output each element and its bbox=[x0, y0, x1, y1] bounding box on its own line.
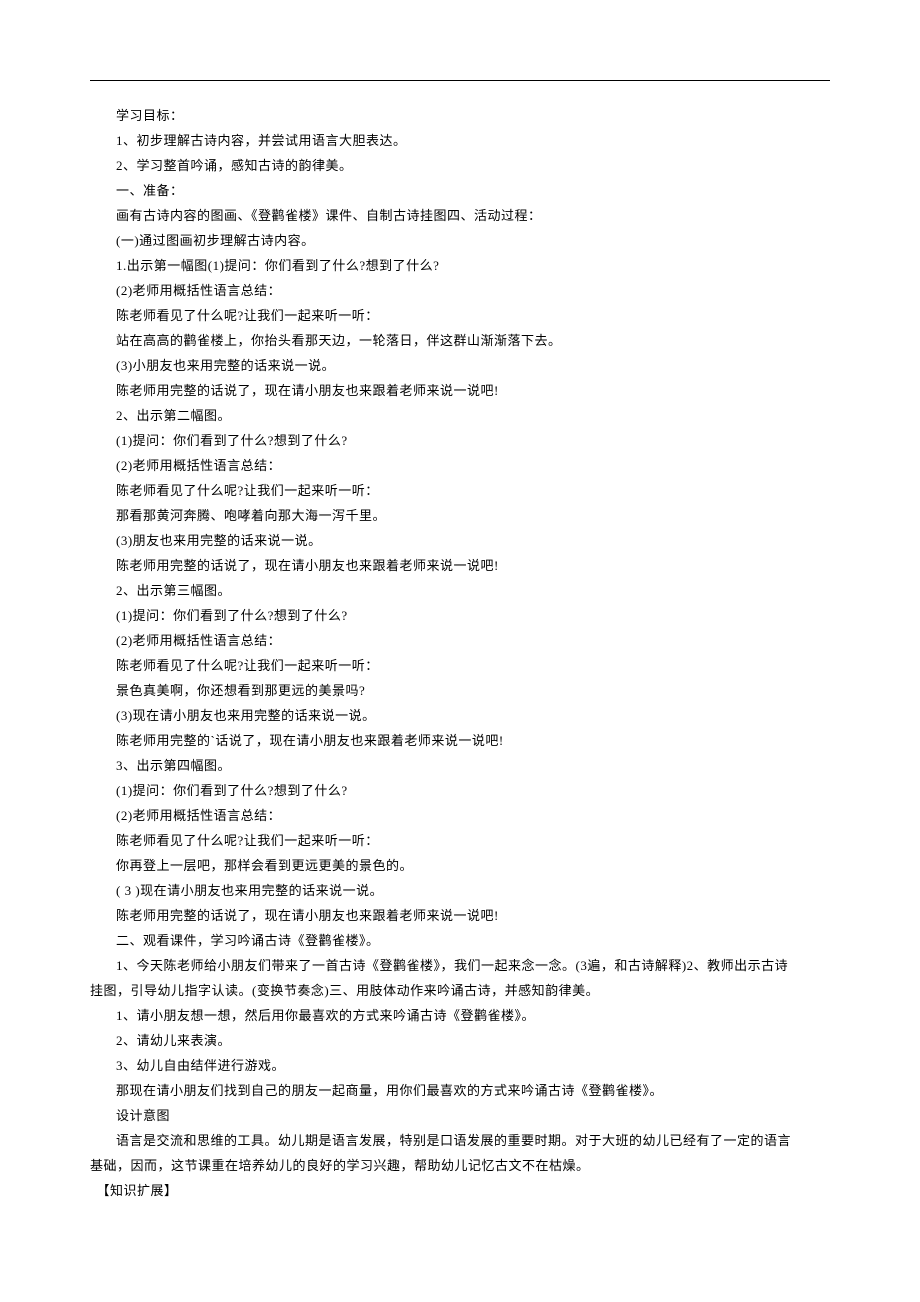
top-horizontal-rule bbox=[90, 80, 830, 81]
body-line: 陈老师看见了什么呢?让我们一起来听一听： bbox=[90, 828, 830, 853]
body-line: (2)老师用概括性语言总结： bbox=[90, 803, 830, 828]
body-line: 陈老师用完整的话说了，现在请小朋友也来跟着老师来说一说吧! bbox=[90, 553, 830, 578]
document-page: 学习目标： 1、初步理解古诗内容，并尝试用语言大胆表达。 2、学习整首吟诵，感知… bbox=[0, 0, 920, 1302]
body-line: 陈老师看见了什么呢?让我们一起来听一听： bbox=[90, 478, 830, 503]
body-line: 2、出示第二幅图。 bbox=[90, 403, 830, 428]
body-line: 基础，因而，这节课重在培养幼儿的良好的学习兴趣，帮助幼儿记忆古文不在枯燥。 bbox=[90, 1153, 830, 1178]
body-line: 陈老师用完整的话说了，现在请小朋友也来跟着老师来说一说吧! bbox=[90, 378, 830, 403]
body-line: 学习目标： bbox=[90, 103, 830, 128]
body-line: 1、请小朋友想一想，然后用你最喜欢的方式来吟诵古诗《登鹳雀楼》。 bbox=[90, 1003, 830, 1028]
body-line: 站在高高的鹳雀楼上，你抬头看那天边，一轮落日，伴这群山渐渐落下去。 bbox=[90, 328, 830, 353]
body-line: 3、幼儿自由结伴进行游戏。 bbox=[90, 1053, 830, 1078]
body-line: (3)现在请小朋友也来用完整的话来说一说。 bbox=[90, 703, 830, 728]
body-line: 2、请幼儿来表演。 bbox=[90, 1028, 830, 1053]
body-line: 陈老师看见了什么呢?让我们一起来听一听： bbox=[90, 653, 830, 678]
body-line: 设计意图 bbox=[90, 1103, 830, 1128]
knowledge-extension-tag: 【知识扩展】 bbox=[90, 1178, 830, 1203]
body-line: (2)老师用概括性语言总结： bbox=[90, 628, 830, 653]
body-line: (1)提问：你们看到了什么?想到了什么? bbox=[90, 603, 830, 628]
body-line: (2)老师用概括性语言总结： bbox=[90, 278, 830, 303]
body-line: 陈老师用完整的`话说了，现在请小朋友也来跟着老师来说一说吧! bbox=[90, 728, 830, 753]
body-line: (一)通过图画初步理解古诗内容。 bbox=[90, 228, 830, 253]
body-line: 二、观看课件，学习吟诵古诗《登鹳雀楼》。 bbox=[90, 928, 830, 953]
body-line: 景色真美啊，你还想看到那更远的美景吗? bbox=[90, 678, 830, 703]
body-line: (3)朋友也来用完整的话来说一说。 bbox=[90, 528, 830, 553]
body-line: 1、初步理解古诗内容，并尝试用语言大胆表达。 bbox=[90, 128, 830, 153]
body-line: 那现在请小朋友们找到自己的朋友一起商量，用你们最喜欢的方式来吟诵古诗《登鹳雀楼》… bbox=[90, 1078, 830, 1103]
body-line: ( 3 )现在请小朋友也来用完整的话来说一说。 bbox=[90, 878, 830, 903]
body-line: 语言是交流和思维的工具。幼儿期是语言发展，特别是口语发展的重要时期。对于大班的幼… bbox=[90, 1128, 830, 1153]
body-line: 你再登上一层吧，那样会看到更远更美的景色的。 bbox=[90, 853, 830, 878]
body-line: (3)小朋友也来用完整的话来说一说。 bbox=[90, 353, 830, 378]
body-line: 挂图，引导幼儿指字认读。(变换节奏念)三、用肢体动作来吟诵古诗，并感知韵律美。 bbox=[90, 978, 830, 1003]
body-line: (2)老师用概括性语言总结： bbox=[90, 453, 830, 478]
body-line: 陈老师用完整的话说了，现在请小朋友也来跟着老师来说一说吧! bbox=[90, 903, 830, 928]
body-line: (1)提问：你们看到了什么?想到了什么? bbox=[90, 428, 830, 453]
body-line: 3、出示第四幅图。 bbox=[90, 753, 830, 778]
body-line: (1)提问：你们看到了什么?想到了什么? bbox=[90, 778, 830, 803]
body-line: 一、准备： bbox=[90, 178, 830, 203]
body-line: 1、今天陈老师给小朋友们带来了一首古诗《登鹳雀楼》，我们一起来念一念。(3遍，和… bbox=[90, 953, 830, 978]
body-line: 陈老师看见了什么呢?让我们一起来听一听： bbox=[90, 303, 830, 328]
body-line: 2、学习整首吟诵，感知古诗的韵律美。 bbox=[90, 153, 830, 178]
body-line: 2、出示第三幅图。 bbox=[90, 578, 830, 603]
body-line: 画有古诗内容的图画、《登鹳雀楼》课件、自制古诗挂图四、活动过程： bbox=[90, 203, 830, 228]
body-line: 那看那黄河奔腾、咆哮着向那大海一泻千里。 bbox=[90, 503, 830, 528]
body-line: 1.出示第一幅图(1)提问：你们看到了什么?想到了什么? bbox=[90, 253, 830, 278]
